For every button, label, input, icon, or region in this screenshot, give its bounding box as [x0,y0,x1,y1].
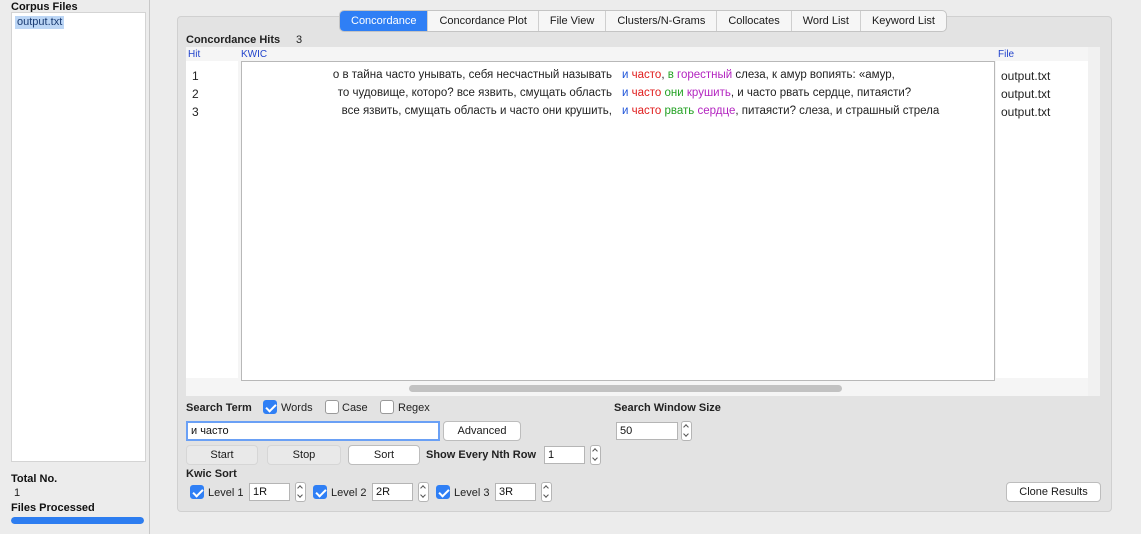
level-3-stepper[interactable] [541,482,552,502]
kwic-right-context: и часто, в горестный слеза, к амур вопия… [622,69,895,81]
tab-collocates[interactable]: Collocates [717,11,792,31]
clone-results-button[interactable]: Clone Results [1006,482,1101,502]
start-button[interactable]: Start [186,445,258,465]
level-1-label[interactable]: Level 1 [208,487,243,499]
tab-file-view[interactable]: File View [539,11,607,31]
kwic-node-word-2: часто [631,69,662,81]
corpus-file-list[interactable]: output.txt [11,12,146,462]
tab-clusters-ngrams[interactable]: Clusters/N-Grams [606,11,718,31]
kwic-rest: слеза, к амур вопиять: «амур, [732,69,895,81]
kwic-left-context: о в тайна часто унывать, себя несчастный… [332,69,612,81]
kwic-sort-word-1r: они [664,87,684,99]
regex-checkbox[interactable] [380,400,394,414]
concordance-panel: Concordance Concordance Plot File View C… [177,10,1112,512]
kwic-column: о в тайна часто унывать, себя несчастный… [241,61,995,381]
kwic-node-word-2: часто [631,105,662,117]
hit-number[interactable]: 2 [192,87,199,101]
tab-concordance[interactable]: Concordance [340,11,429,31]
level-3-label[interactable]: Level 3 [454,487,489,499]
file-cell[interactable]: output.txt [1001,87,1050,101]
hit-number[interactable]: 1 [192,69,199,83]
concordance-hits-count: 3 [296,34,303,46]
kwic-sort-word-2r: сердце [697,105,736,117]
kwic-left-context: то чудовище, которо? все язвить, смущать… [337,87,612,99]
kwic-sort-word-2r: горестный [677,69,733,81]
kwic-right-context: и часто рвать сердце, питаясти? слеза, и… [622,105,939,117]
case-checkbox[interactable] [325,400,339,414]
tab-bar: Concordance Concordance Plot File View C… [339,10,947,32]
level-2-stepper[interactable] [418,482,429,502]
file-column-header[interactable]: File [998,49,1014,60]
files-processed-progress-bar [11,517,144,524]
tab-concordance-plot[interactable]: Concordance Plot [428,11,539,31]
words-checkbox[interactable] [263,400,277,414]
corpus-sidebar: Corpus Files output.txt Total No. 1 File… [0,0,150,534]
stop-button[interactable]: Stop [267,445,341,465]
case-checkbox-label[interactable]: Case [342,402,368,414]
horizontal-scrollbar[interactable] [241,382,1081,394]
kwic-node-word-1: и [622,105,629,117]
files-processed-label: Files Processed [11,502,95,514]
kwic-sort-word-2r: крушить [686,87,731,99]
kwic-right-context: и часто они крушить, и часто рвать сердц… [622,87,911,99]
corpus-file-item[interactable]: output.txt [15,16,65,29]
tab-keyword-list[interactable]: Keyword List [861,11,946,31]
hit-column: 1 2 3 [186,61,238,378]
level-1-input[interactable]: 1R [249,483,290,501]
regex-checkbox-label[interactable]: Regex [398,402,430,414]
level-2-input[interactable]: 2R [372,483,413,501]
show-every-nth-row-label: Show Every Nth Row [426,449,537,461]
vertical-scrollbar[interactable] [1088,47,1100,396]
words-checkbox-label[interactable]: Words [281,402,313,414]
kwic-column-header[interactable]: KWIC [241,49,267,60]
hit-column-header[interactable]: Hit [188,49,200,60]
level-2-label[interactable]: Level 2 [331,487,366,499]
kwic-rest: , питаясти? слеза, и страшный стрела [735,105,940,117]
total-no-value: 1 [14,487,21,499]
concordance-hits-label: Concordance Hits [186,34,281,46]
nth-row-stepper[interactable] [590,445,601,465]
kwic-rest: , и часто рвать сердце, питаясти? [730,87,912,99]
kwic-node-word-1: и [622,87,629,99]
advanced-button[interactable]: Advanced [443,421,521,441]
search-window-size-input[interactable]: 50 [616,422,678,440]
level-1-stepper[interactable] [295,482,306,502]
search-term-input[interactable]: и часто [186,421,440,441]
level-1-checkbox[interactable] [190,485,204,499]
kwic-node-word-1: и [622,69,629,81]
kwic-sort-word-1r: в [667,69,674,81]
progress-fill [11,517,144,524]
search-window-size-label: Search Window Size [614,402,721,414]
window-size-stepper[interactable] [681,421,692,441]
level-2-checkbox[interactable] [313,485,327,499]
file-column: output.txt output.txt output.txt [996,61,1088,378]
kwic-sort-label: Kwic Sort [186,468,237,480]
horizontal-scroll-thumb[interactable] [409,385,842,392]
file-cell[interactable]: output.txt [1001,105,1050,119]
sort-button[interactable]: Sort [348,445,420,465]
total-no-label: Total No. [11,473,58,485]
hit-number[interactable]: 3 [192,105,199,119]
file-cell[interactable]: output.txt [1001,69,1050,83]
level-3-checkbox[interactable] [436,485,450,499]
tab-word-list[interactable]: Word List [792,11,861,31]
kwic-sort-word-1r: рвать [664,105,695,117]
concordance-results-table: Hit KWIC File 1 2 3 о в тайна часто уныв… [186,47,1100,396]
kwic-node-word-2: часто [631,87,662,99]
search-term-label: Search Term [186,402,252,414]
nth-row-input[interactable]: 1 [544,446,585,464]
level-3-input[interactable]: 3R [495,483,536,501]
kwic-left-context: все язвить, смущать область и часто они … [341,105,612,117]
